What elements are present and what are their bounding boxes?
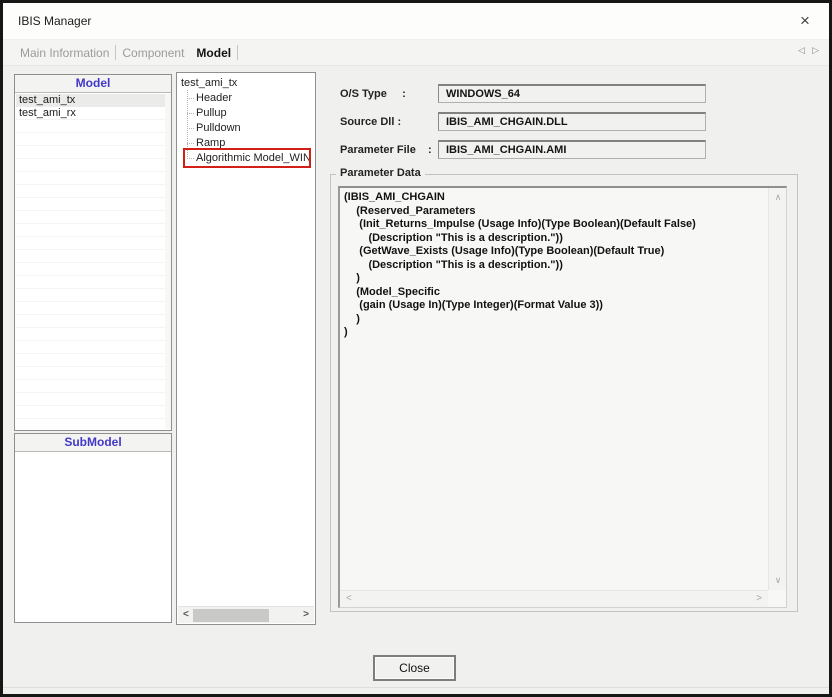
window-bottom-edge <box>3 687 829 688</box>
parameter-vertical-scrollbar[interactable]: ∧ ∨ <box>768 188 786 590</box>
tree-branch-line <box>187 98 194 99</box>
tree-branch-line <box>187 113 194 114</box>
scroll-left-icon[interactable]: < <box>183 609 189 620</box>
model-list-scrollbar[interactable] <box>165 94 171 429</box>
parameter-data-text: (IBIS_AMI_CHGAIN (Reserved_Parameters (I… <box>344 191 764 587</box>
parameter-data-groupbox: Parameter Data (IBIS_AMI_CHGAIN (Reserve… <box>330 174 798 612</box>
tab-main-information[interactable]: Main Information <box>14 46 115 60</box>
close-icon[interactable]: × <box>793 9 817 33</box>
red-highlight-box <box>183 148 311 168</box>
scroll-up-icon[interactable]: ∧ <box>769 192 787 203</box>
tree-branch-line <box>187 128 194 129</box>
model-list: test_ami_tx test_ami_rx <box>16 94 170 429</box>
model-list-header: Model <box>15 75 171 93</box>
model-list-item-test-ami-rx[interactable]: test_ami_rx <box>16 107 170 120</box>
tab-separator <box>237 45 238 60</box>
tab-model[interactable]: Model <box>190 46 237 60</box>
tab-component[interactable]: Component <box>116 46 190 60</box>
tree-node-pullup[interactable]: Pullup <box>196 107 227 119</box>
scroll-down-icon[interactable]: ∨ <box>769 575 787 586</box>
parameter-file-field[interactable]: IBIS_AMI_CHGAIN.AMI <box>438 140 706 159</box>
ibis-manager-window: IBIS Manager × Main Information Componen… <box>0 0 832 697</box>
scrollbar-thumb[interactable] <box>193 609 269 622</box>
scroll-right-icon[interactable]: > <box>303 609 309 620</box>
tree-horizontal-scrollbar[interactable]: < > <box>178 606 314 623</box>
model-list-panel: Model test_ami_tx test_ami_rx <box>14 74 172 431</box>
tab-scroll-right-icon[interactable]: ▷ <box>812 45 819 56</box>
os-type-field[interactable]: WINDOWS_64 <box>438 84 706 103</box>
scroll-left-icon[interactable]: < <box>346 593 352 604</box>
submodel-list-header: SubModel <box>15 434 171 452</box>
tree-node-pulldown[interactable]: Pulldown <box>196 122 241 134</box>
close-button[interactable]: Close <box>373 655 456 681</box>
tree-root-test-ami-tx[interactable]: test_ami_tx <box>181 77 237 89</box>
submodel-list-panel: SubModel <box>14 433 172 623</box>
model-tree-panel: test_ami_tx Header Pullup Pulldown Ramp … <box>176 72 316 625</box>
os-type-label: O/S Type : <box>340 88 406 100</box>
parameter-data-group-label: Parameter Data <box>336 167 425 179</box>
source-dll-label: Source Dll : <box>340 116 401 128</box>
title-bar: IBIS Manager × <box>3 3 829 39</box>
window-title: IBIS Manager <box>18 14 91 28</box>
tab-scroll-left-icon[interactable]: ◁ <box>798 45 805 56</box>
source-dll-field[interactable]: IBIS_AMI_CHGAIN.DLL <box>438 112 706 131</box>
scroll-right-icon[interactable]: > <box>756 593 762 604</box>
parameter-file-label: Parameter File : <box>340 144 432 156</box>
parameter-data-textarea[interactable]: (IBIS_AMI_CHGAIN (Reserved_Parameters (I… <box>338 186 787 608</box>
tab-scroll-arrows: ◁ ▷ <box>798 45 819 56</box>
tree-node-header[interactable]: Header <box>196 92 232 104</box>
tree-branch-line <box>187 143 194 144</box>
tab-bar: Main Information Component Model ◁ ▷ <box>3 40 829 66</box>
model-list-item-test-ami-tx[interactable]: test_ami_tx <box>16 94 170 107</box>
parameter-horizontal-scrollbar[interactable]: < > <box>340 590 768 607</box>
